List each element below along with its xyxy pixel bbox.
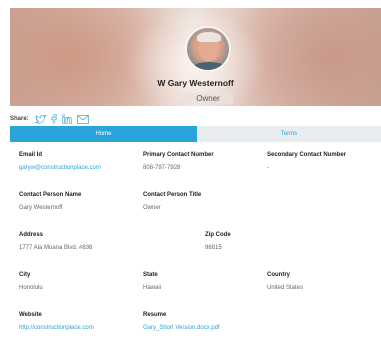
website-link[interactable]: http://constructionplace.com (19, 325, 94, 331)
tab-terms[interactable]: Terms (197, 126, 381, 142)
twitter-icon[interactable] (34, 114, 46, 124)
contact-person-name-value: Gary Westernoff (19, 205, 63, 211)
profile-page: W Gary Westernoff Owner Share: Home Term… (0, 0, 381, 349)
profile-details: Email Id garyw@constructionplace.com Pri… (19, 152, 375, 352)
address-field: Address 1777 Ala Moana Blvd. #836 (19, 232, 92, 251)
details-row-contact: Email Id garyw@constructionplace.com Pri… (19, 152, 375, 192)
email-label: Email Id (19, 152, 43, 158)
country-value: United States (267, 285, 304, 291)
contact-person-name-field: Contact Person Name Gary Westernoff (19, 192, 81, 211)
details-row-links: Website http://constructionplace.com Res… (19, 312, 375, 352)
city-value: Honolulu (19, 285, 43, 291)
primary-contact-field: Primary Contact Number 808-797-7928 (143, 152, 214, 171)
share-label: Share: (10, 116, 29, 122)
resume-label: Resume (143, 312, 167, 318)
city-label: City (19, 272, 31, 278)
zip-code-field: Zip Code 96815 (205, 232, 231, 251)
state-label: State (143, 272, 158, 278)
email-link[interactable]: garyw@constructionplace.com (19, 165, 101, 171)
website-label: Website (19, 312, 42, 318)
avatar (185, 26, 231, 72)
country-field: Country United States (267, 272, 303, 291)
linkedin-icon[interactable] (61, 114, 72, 124)
city-field: City Honolulu (19, 272, 43, 291)
secondary-contact-field: Secondary Contact Number - (267, 152, 346, 171)
secondary-contact-value: - (267, 165, 269, 171)
contact-person-name-label: Contact Person Name (19, 192, 82, 198)
email-icon[interactable] (76, 114, 89, 124)
facebook-icon[interactable] (51, 114, 57, 124)
primary-contact-value: 808-797-7928 (143, 165, 181, 171)
profile-name: W Gary Westernoff (157, 78, 234, 88)
tab-bar: Home Terms (10, 126, 381, 142)
address-value: 1777 Ala Moana Blvd. #836 (19, 245, 93, 251)
details-row-person: Contact Person Name Gary Westernoff Cont… (19, 192, 375, 232)
resume-link[interactable]: Gary_Short Version.docx.pdf (143, 325, 220, 331)
contact-person-title-value: Owner (143, 205, 161, 211)
website-field: Website http://constructionplace.com (19, 312, 94, 331)
share-bar: Share: (10, 113, 89, 125)
tab-home[interactable]: Home (10, 126, 197, 142)
secondary-contact-label: Secondary Contact Number (267, 152, 347, 158)
zip-code-value: 96815 (205, 245, 222, 251)
details-row-address: Address 1777 Ala Moana Blvd. #836 Zip Co… (19, 232, 375, 272)
zip-code-label: Zip Code (205, 232, 231, 238)
email-field: Email Id garyw@constructionplace.com (19, 152, 101, 171)
contact-person-title-field: Contact Person Title Owner (143, 192, 201, 211)
profile-role: Owner (183, 93, 233, 104)
resume-field: Resume Gary_Short Version.docx.pdf (143, 312, 220, 331)
contact-person-title-label: Contact Person Title (143, 192, 202, 198)
profile-banner: W Gary Westernoff Owner (10, 8, 381, 106)
primary-contact-label: Primary Contact Number (143, 152, 214, 158)
state-field: State Hawaii (143, 272, 161, 291)
country-label: Country (267, 272, 290, 278)
address-label: Address (19, 232, 44, 238)
state-value: Hawaii (143, 285, 162, 291)
details-row-location: City Honolulu State Hawaii Country Unite… (19, 272, 375, 312)
